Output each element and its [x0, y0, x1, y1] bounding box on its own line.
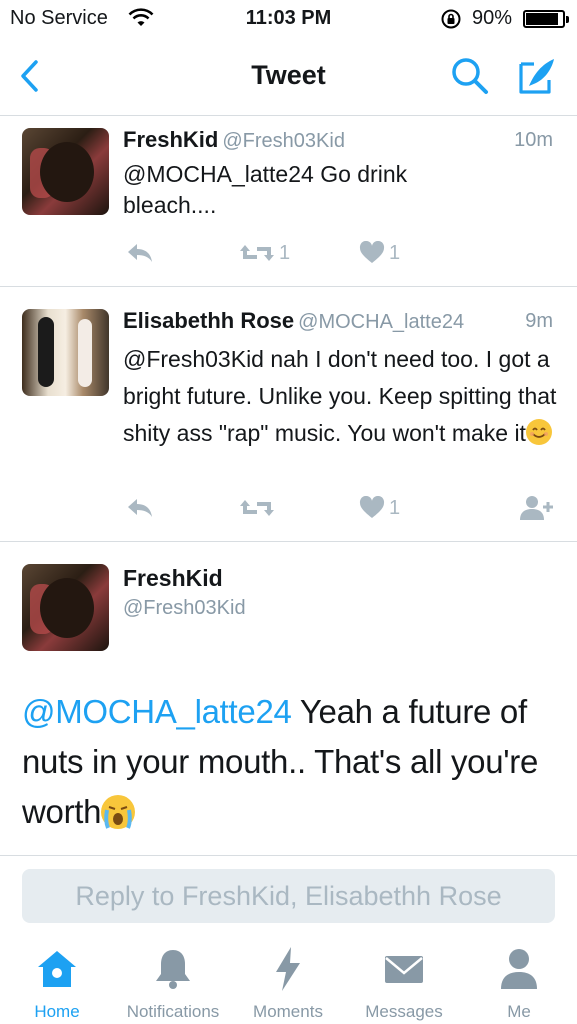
follow-user-icon[interactable] — [519, 493, 555, 523]
compose-icon[interactable] — [514, 54, 560, 98]
tab-notifications[interactable]: Notifications — [113, 946, 233, 1022]
reply-input[interactable]: Reply to FreshKid, Elisabethh Rose — [22, 869, 555, 923]
tweet-author[interactable]: FreshKid @Fresh03Kid — [123, 127, 345, 153]
search-icon[interactable] — [449, 55, 491, 97]
rotation-lock-icon — [440, 8, 462, 35]
avatar[interactable] — [22, 309, 109, 396]
author-handle: @Fresh03Kid — [222, 130, 345, 152]
reply-placeholder: Reply to FreshKid, Elisabethh Rose — [75, 881, 502, 911]
heart-icon — [359, 241, 385, 263]
crying-face-emoji — [101, 795, 136, 829]
tab-label: Moments — [253, 1002, 323, 1021]
author-name: FreshKid — [123, 127, 219, 152]
retweet-button[interactable]: 1 — [239, 238, 290, 268]
tweet-actions: 1 1 — [123, 238, 563, 268]
battery-percent: 90% — [472, 7, 513, 29]
tab-messages[interactable]: Messages — [344, 946, 464, 1022]
like-button[interactable]: 1 — [359, 238, 400, 268]
bell-icon — [113, 946, 233, 992]
heart-icon — [359, 496, 385, 518]
smiling-face-emoji — [525, 419, 552, 445]
tweet-text: @MOCHA_latte24 Yeah a future of nuts in … — [22, 687, 562, 837]
focused-tweet: FreshKid @Fresh03Kid @MOCHA_latte24 Yeah… — [0, 543, 577, 856]
avatar[interactable] — [22, 564, 109, 651]
retweet-icon — [240, 245, 274, 261]
tweet-actions: 1 — [123, 493, 563, 523]
tweet-timestamp: 10m — [514, 129, 553, 151]
tweet-item[interactable]: Elisabethh Rose @MOCHA_latte24 9m @Fresh0… — [0, 288, 577, 542]
avatar[interactable] — [22, 128, 109, 215]
nav-bar: Tweet — [0, 38, 577, 116]
envelope-icon — [344, 946, 464, 992]
status-bar: No Service 11:03 PM 90% — [0, 0, 577, 38]
tab-bar: Home Notifications Moments Messages Me — [0, 940, 577, 1024]
retweet-count: 1 — [279, 241, 291, 264]
tweet-text: @MOCHA_latte24 Go drink bleach.... — [123, 161, 408, 218]
tweet-timestamp: 9m — [525, 310, 553, 332]
reply-icon[interactable] — [125, 238, 155, 268]
tab-me[interactable]: Me — [459, 946, 577, 1022]
author-name: Elisabethh Rose — [123, 308, 295, 333]
tweet-text-content: @Fresh03Kid nah I don't need too. I got … — [123, 346, 557, 446]
tab-label: Me — [507, 1002, 531, 1021]
tab-label: Messages — [365, 1002, 443, 1021]
author-handle[interactable]: @Fresh03Kid — [123, 597, 246, 620]
author-name[interactable]: FreshKid — [123, 565, 223, 592]
tab-home[interactable]: Home — [0, 946, 117, 1022]
tweet-text: @Fresh03Kid nah I don't need too. I got … — [123, 341, 563, 452]
home-icon — [0, 946, 117, 992]
tab-label: Home — [34, 1002, 80, 1021]
retweet-icon[interactable] — [239, 493, 275, 523]
battery-icon — [523, 10, 569, 28]
author-handle: @MOCHA_latte24 — [298, 311, 465, 333]
like-button[interactable]: 1 — [359, 493, 400, 523]
like-count: 1 — [389, 241, 401, 264]
tweet-item[interactable]: FreshKid @Fresh03Kid 10m @MOCHA_latte24 G… — [0, 117, 577, 287]
tab-moments[interactable]: Moments — [228, 946, 348, 1022]
like-count: 1 — [389, 496, 401, 519]
lightning-icon — [228, 946, 348, 992]
tab-label: Notifications — [126, 1002, 220, 1021]
reply-icon[interactable] — [125, 493, 155, 523]
person-icon — [459, 946, 577, 992]
mention-link[interactable]: @MOCHA_latte24 — [22, 693, 292, 730]
tweet-author[interactable]: Elisabethh Rose @MOCHA_latte24 — [123, 308, 464, 334]
